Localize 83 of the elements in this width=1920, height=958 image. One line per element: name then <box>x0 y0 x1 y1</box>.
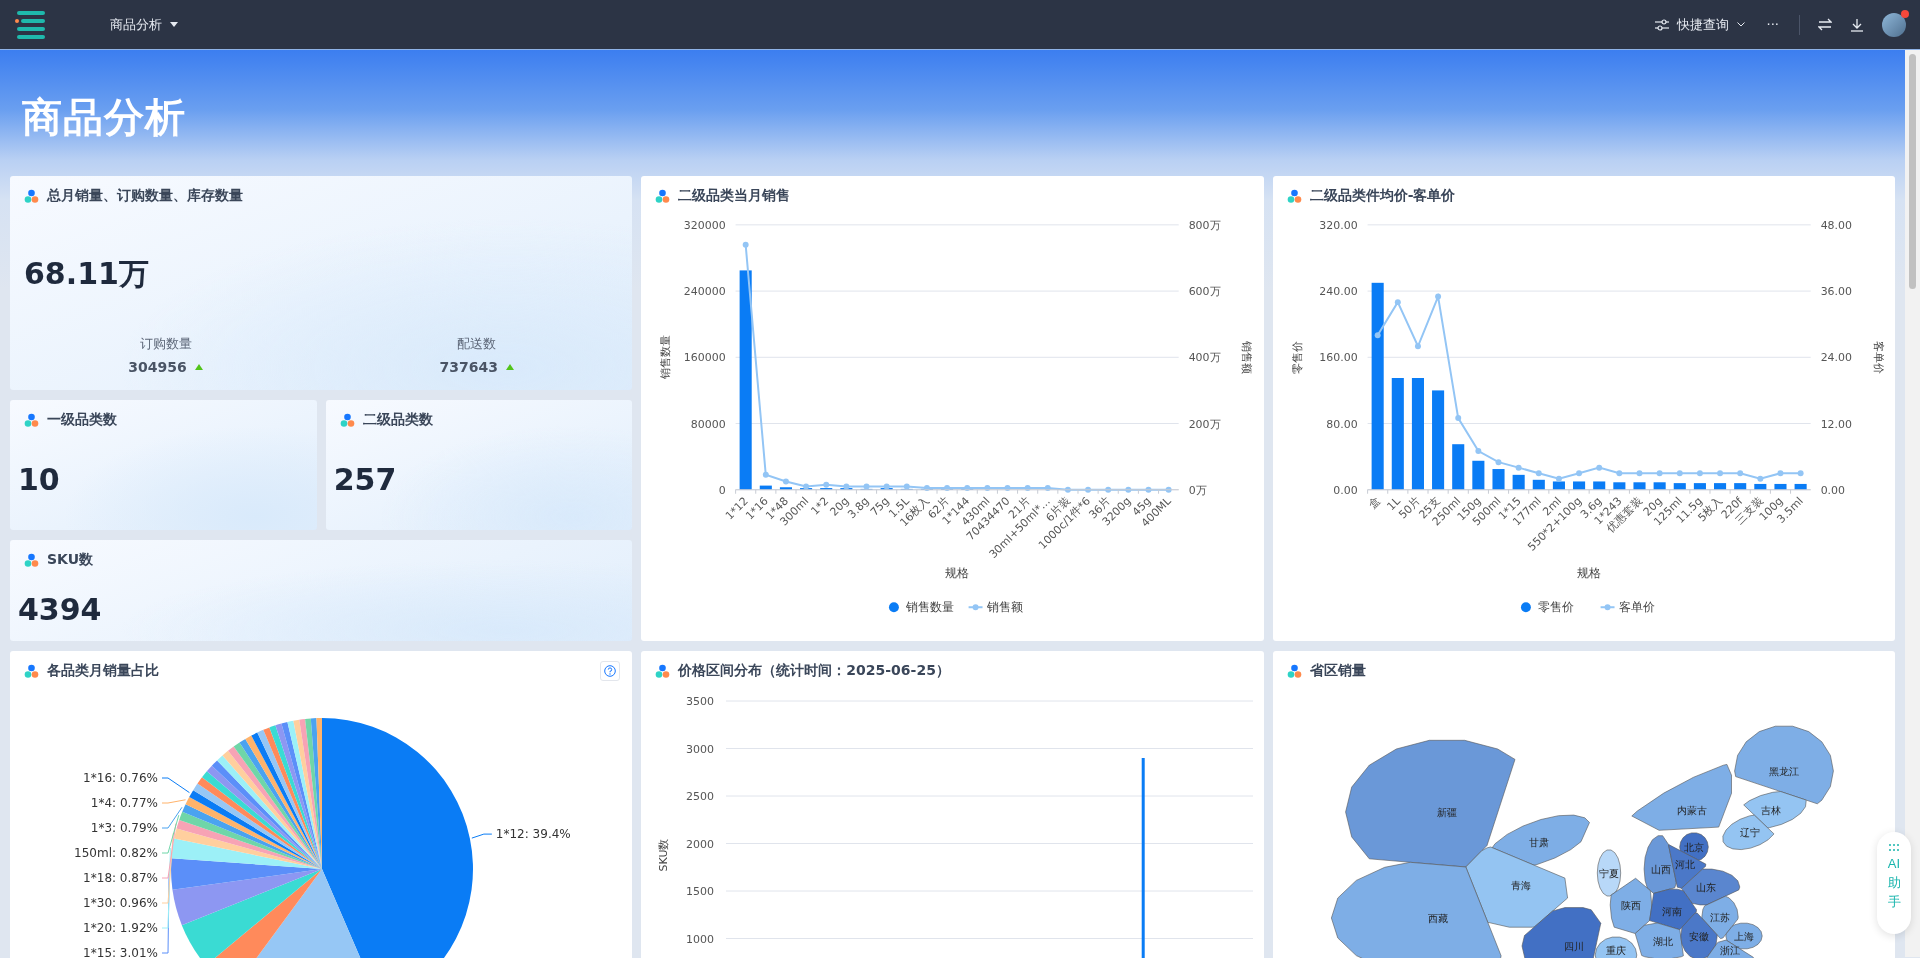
metric-value: 4394 <box>17 592 103 627</box>
axis-tick-label: 320.00 <box>1319 218 1358 232</box>
axis-title: 规格 <box>1576 566 1601 581</box>
axis-tick-label: 48.00 <box>1820 218 1852 232</box>
axis-tick-label: 800万 <box>1189 218 1221 232</box>
axis-tick-label: 80.00 <box>1326 417 1358 431</box>
card-title: 总月销量、订购数量、库存数量 <box>47 187 243 205</box>
province-label: 新疆 <box>1436 807 1457 818</box>
pie-label: 1*4: 0.77% <box>90 796 158 810</box>
axis-title: 销售数量 <box>659 335 673 380</box>
axis-tick-label: 200万 <box>1189 417 1221 431</box>
axis-tick-label: 2000 <box>686 837 715 851</box>
axis-tick-label: 600万 <box>1189 285 1221 299</box>
province-label: 宁夏 <box>1598 868 1619 879</box>
axis-tick-label: 0万 <box>1189 483 1207 497</box>
card-title: 各品类月销量占比 <box>47 662 159 680</box>
axis-tick-label: 240000 <box>684 285 726 299</box>
axis-tick-label: 2500 <box>686 790 715 803</box>
page-title: 商品分析 <box>22 92 186 142</box>
province-label: 西藏 <box>1427 913 1448 924</box>
axis-tick-label: 36.00 <box>1820 285 1852 299</box>
axis-tick-label: 240.00 <box>1319 285 1358 299</box>
province-label: 山东 <box>1695 882 1716 893</box>
card-title: 一级品类数 <box>47 411 117 429</box>
axis-tick-label: 1500 <box>686 885 715 898</box>
card-title: 二级品类数 <box>362 411 433 429</box>
province-label: 河北 <box>1674 859 1695 870</box>
axis-title: 零售价 <box>1290 340 1304 374</box>
pie-label: 1*30: 0.96% <box>83 896 158 910</box>
province-label: 重庆 <box>1605 945 1626 956</box>
axis-tick-label: 160.00 <box>1319 351 1358 365</box>
province-label: 陕西 <box>1620 900 1641 911</box>
province-label: 黑龙江 <box>1768 766 1799 777</box>
province-label: 湖北 <box>1652 936 1673 947</box>
province-label: 吉林 <box>1760 805 1781 816</box>
pie-label: 1*15: 3.01% <box>83 946 158 958</box>
province-label: 河南 <box>1661 906 1682 917</box>
province-label: 辽宁 <box>1739 827 1760 838</box>
metric-value: 10 <box>17 462 61 497</box>
card-title: 价格区间分布（统计时间：2025-06-25） <box>678 662 950 680</box>
pie-label: 1*12: 39.4% <box>495 827 571 842</box>
card-title: 省区销量 <box>1309 662 1366 680</box>
axis-tick-label: 0 <box>719 483 726 497</box>
axis-tick-label: 160000 <box>684 351 726 365</box>
axis-tick-label: 1000 <box>686 932 715 946</box>
axis-title: SKU数 <box>657 838 671 872</box>
province-label: 四川 <box>1563 941 1584 952</box>
province-label: 北京 <box>1683 842 1704 853</box>
axis-tick-label: 0.00 <box>1332 483 1358 497</box>
metric-value: 257 <box>332 462 398 497</box>
pie-label: 1*3: 0.79% <box>90 821 158 835</box>
province-label: 安徽 <box>1688 931 1709 942</box>
pie-label: 150ml: 0.82% <box>74 846 158 860</box>
card-title: SKU数 <box>47 551 94 569</box>
axis-tick-label: 400万 <box>1189 351 1221 365</box>
card-title: 二级品类当月销售 <box>678 187 791 205</box>
axis-tick-label: 0.00 <box>1820 483 1845 497</box>
stat-value: 304956 <box>128 359 187 375</box>
stat-value: 737643 <box>439 359 498 375</box>
stat-label: 订购数量 <box>139 335 192 353</box>
axis-tick-label: 24.00 <box>1820 351 1852 365</box>
province-label: 内蒙古 <box>1676 805 1707 816</box>
axis-tick-label: 盒 <box>1365 494 1383 512</box>
axis-tick-label: 320000 <box>684 218 726 232</box>
axis-tick-label: 3000 <box>686 742 715 756</box>
axis-title: 规格 <box>945 566 970 581</box>
pie-label: 1*20: 1.92% <box>83 921 158 935</box>
card-title: 二级品类件均价-客单价 <box>1309 187 1456 205</box>
province-label: 青海 <box>1510 880 1531 891</box>
axis-tick-label: 80000 <box>691 417 726 431</box>
stat-label: 配送数 <box>457 335 497 353</box>
province-label: 上海 <box>1733 931 1754 942</box>
province-label: 江苏 <box>1709 912 1730 923</box>
metric-value: 68.11万 <box>23 255 150 293</box>
axis-title: 销售额 <box>1240 340 1254 374</box>
province-label: 浙江 <box>1719 945 1740 956</box>
pie-label: 1*18: 0.87% <box>83 871 158 885</box>
axis-tick-label: 12.00 <box>1820 417 1852 431</box>
province-label: 山西 <box>1650 864 1671 875</box>
axis-title: 客单价 <box>1872 340 1886 374</box>
province-label: 甘肃 <box>1528 837 1549 848</box>
axis-tick-label: 3500 <box>686 695 715 708</box>
pie-label: 1*16: 0.76% <box>83 771 158 785</box>
